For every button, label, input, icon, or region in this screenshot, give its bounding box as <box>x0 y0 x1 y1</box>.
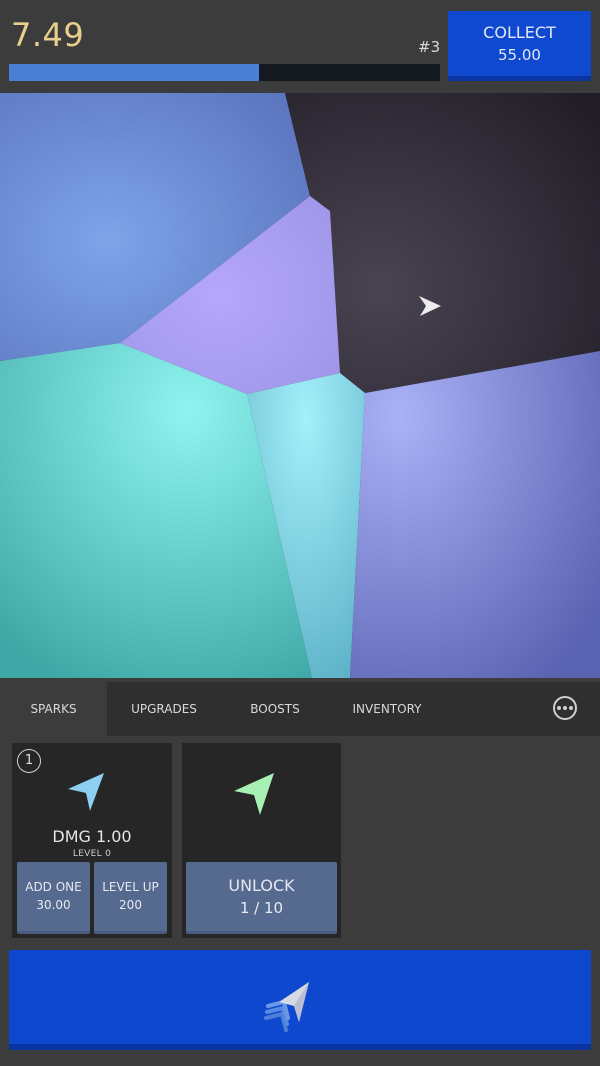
add-one-cost: 30.00 <box>36 898 71 912</box>
spark-count-badge: 1 <box>17 749 41 773</box>
unlock-label: UNLOCK <box>228 875 295 895</box>
spark-damage: DMG 1.00 <box>52 827 132 846</box>
tab-inventory[interactable]: INVENTORY <box>338 682 436 736</box>
spark-launch-icon <box>264 982 309 1032</box>
tab-boosts[interactable]: BOOSTS <box>226 682 324 736</box>
tab-upgrades[interactable]: UPGRADES <box>114 682 214 736</box>
blue-spark-arrow-icon <box>68 773 104 811</box>
tab-sparks[interactable]: SPARKS <box>0 682 107 736</box>
level-up-cost: 200 <box>119 898 142 912</box>
voronoi-cells <box>0 93 600 678</box>
spark-level: LEVEL 0 <box>72 849 112 859</box>
unlock-button[interactable]: UNLOCK 1 / 10 <box>186 862 337 934</box>
cell-right <box>350 351 600 678</box>
spark-card-blue: 1 DMG 1.00 LEVEL 0 ADD ONE 30.00 LEVEL U… <box>12 743 172 938</box>
score-display: 7.49 <box>11 16 85 54</box>
stage-progress-bar <box>9 64 440 81</box>
add-one-button[interactable]: ADD ONE 30.00 <box>17 862 90 934</box>
green-spark-arrow-icon <box>234 773 274 815</box>
add-one-label: ADD ONE <box>25 880 82 894</box>
collect-value: 55.00 <box>498 45 541 64</box>
stage-progress-fill <box>9 64 259 81</box>
game-field[interactable] <box>0 93 600 678</box>
top-hud: 7.49 #3 COLLECT 55.00 <box>0 0 600 92</box>
stage-number: #3 <box>418 38 441 56</box>
unlock-progress: 1 / 10 <box>239 898 284 917</box>
collect-label: COLLECT <box>483 22 556 42</box>
collect-button[interactable]: COLLECT 55.00 <box>448 11 591 81</box>
ellipsis-circle-icon[interactable] <box>553 696 577 720</box>
spark-card-green: UNLOCK 1 / 10 <box>182 743 341 938</box>
launch-spark-button[interactable] <box>9 950 591 1050</box>
level-up-label: LEVEL UP <box>102 880 159 894</box>
level-up-button[interactable]: LEVEL UP 200 <box>94 862 167 934</box>
tab-bar: SPARKS UPGRADES BOOSTS INVENTORY <box>0 682 600 736</box>
